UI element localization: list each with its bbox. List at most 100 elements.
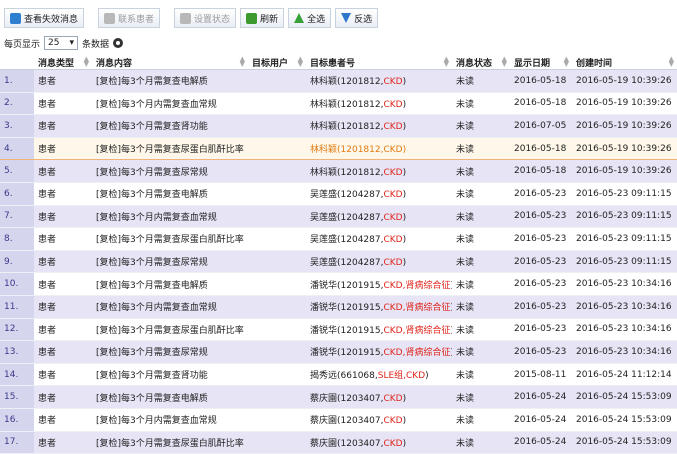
message-type-cell: 患者 xyxy=(34,136,92,161)
table-row[interactable]: 1. 患者 [复检]每3个月需复查电解质 林科颖(1201812,CKD) 未读 2016… xyxy=(0,69,677,93)
message-content-cell: [复检]每3个月需复查电解质 xyxy=(92,272,248,296)
col-created-time[interactable]: 创建时间 ▲ ▼ xyxy=(572,55,677,70)
table-row[interactable]: 6. 患者 [复检]每3个月需复查电解质 吴莲盛(1204287,CKD) 未读 2016… xyxy=(0,182,677,206)
page-size-bar: 每页显示 25 ▾ 条数据 xyxy=(4,35,124,51)
target-patient-cell: 吴莲盛(1204287,CKD) xyxy=(306,250,452,274)
table-row[interactable]: 5. 患者 [复检]每3个月需复查尿常规 林科颖(1201812,CKD) 未读 2016… xyxy=(0,159,677,183)
show-date-cell: 2016-05-18 xyxy=(510,92,572,116)
target-patient-cell: 蔡庆園(1203407,CKD) xyxy=(306,408,452,432)
message-content-cell: [复检]每3个月需复查尿常规 xyxy=(92,250,248,274)
message-content-cell: [复检]每3个月内需复查血常规 xyxy=(92,92,248,116)
created-time-cell: 2016-05-19 10:39:26 xyxy=(572,92,677,116)
refresh-icon xyxy=(246,12,258,24)
target-patient-cell: 林科颖(1201812,CKD) xyxy=(306,92,452,116)
message-type-cell: 患者 xyxy=(34,318,92,342)
col-show-date[interactable]: 显示日期 ▲ ▼ xyxy=(510,55,572,70)
show-date-cell: 2016-05-23 xyxy=(510,318,572,342)
message-content-cell: [复检]每3个月需复查电解质 xyxy=(92,69,248,93)
message-type-cell: 患者 xyxy=(34,182,92,206)
table-row[interactable]: 16. 患者 [复检]每3个月内需复查血常规 蔡庆園(1203407,CKD) 未读 20… xyxy=(0,408,677,432)
toolbar: 查看失效消息 联系患者 设置状态 刷新 全选 反选 xyxy=(4,8,379,30)
contact-patient-button[interactable]: 联系患者 xyxy=(98,8,161,28)
table-row[interactable]: 17. 患者 [复检]每3个月需复查尿蛋白肌酐比率 蔡庆園(1203407,CKD) 未… xyxy=(0,431,677,454)
table-row[interactable]: 15. 患者 [复检]每3个月需复查电解质 蔡庆園(1203407,CKD) 未读 201… xyxy=(0,385,677,409)
table-row[interactable]: 7. 患者 [复检]每3个月内需复查血常规 吴莲盛(1204287,CKD) 未读 201… xyxy=(0,205,677,229)
set-status-button[interactable]: 设置状态 xyxy=(174,8,237,28)
message-content-cell: [复检]每3个月需复查肾功能 xyxy=(92,114,248,138)
message-status-cell: 未读 xyxy=(452,114,510,138)
target-user-cell xyxy=(248,340,306,364)
target-user-cell xyxy=(248,295,306,319)
table-row[interactable]: 3. 患者 [复检]每3个月需复查肾功能 林科颖(1201812,CKD) 未读 2016… xyxy=(0,114,677,138)
row-index: 5. xyxy=(0,159,34,183)
show-date-cell: 2016-05-23 xyxy=(510,205,572,229)
col-message-content[interactable]: 消息内容 ▲ ▼ xyxy=(92,55,248,70)
target-user-cell xyxy=(248,318,306,342)
message-status-cell: 未读 xyxy=(452,92,510,116)
row-index: 16. xyxy=(0,408,34,432)
show-date-cell: 2016-05-24 xyxy=(510,408,572,432)
select-all-button[interactable]: 全选 xyxy=(288,8,332,28)
message-content-cell: [复检]每3个月需复查尿蛋白肌酐比率 xyxy=(92,136,248,161)
message-content-cell: [复检]每3个月需复查尿常规 xyxy=(92,159,248,183)
sort-icon: ▲ ▼ xyxy=(443,55,449,68)
col-message-type[interactable]: 消息类型 ▲ ▼ xyxy=(34,55,92,70)
message-status-cell: 未读 xyxy=(452,295,510,319)
table-row[interactable]: 12. 患者 [复检]每3个月需复查尿蛋白肌酐比率 潘锐华(1201915,CKD,肾… xyxy=(0,318,677,342)
message-type-cell: 患者 xyxy=(34,69,92,93)
table-row[interactable]: 2. 患者 [复检]每3个月内需复查血常规 林科颖(1201812,CKD) 未读 201… xyxy=(0,92,677,116)
status-icon xyxy=(180,12,192,24)
target-user-cell xyxy=(248,69,306,93)
message-type-cell: 患者 xyxy=(34,272,92,296)
message-status-cell: 未读 xyxy=(452,182,510,206)
target-user-cell xyxy=(248,272,306,296)
show-date-cell: 2016-05-24 xyxy=(510,385,572,409)
col-target-patient[interactable]: 目标患者号 ▲ ▼ xyxy=(306,55,452,70)
message-status-cell: 未读 xyxy=(452,340,510,364)
target-patient-cell: 吴莲盛(1204287,CKD) xyxy=(306,227,452,251)
table-row[interactable]: 4. 患者 [复检]每3个月需复查尿蛋白肌酐比率 林科颖(1201812,CKD) 未读… xyxy=(0,136,677,161)
sort-icon: ▲ ▼ xyxy=(668,55,674,68)
target-patient-cell: 吴莲盛(1204287,CKD) xyxy=(306,205,452,229)
message-content-cell: [复检]每3个月内需复查血常规 xyxy=(92,408,248,432)
table-row[interactable]: 8. 患者 [复检]每3个月需复查尿蛋白肌酐比率 吴莲盛(1204287,CKD) 未读… xyxy=(0,227,677,251)
page-size-select[interactable]: 25 ▾ xyxy=(44,36,79,50)
arrow-up-icon xyxy=(294,13,305,23)
message-type-cell: 患者 xyxy=(34,92,92,116)
show-date-cell: 2016-05-24 xyxy=(510,431,572,454)
message-content-cell: [复检]每3个月需复查尿常规 xyxy=(92,340,248,364)
target-user-cell xyxy=(248,431,306,454)
col-target-user[interactable]: 目标用户 ▲ ▼ xyxy=(248,55,306,70)
show-date-cell: 2016-05-23 xyxy=(510,272,572,296)
refresh-button[interactable]: 刷新 xyxy=(240,8,285,28)
table-row[interactable]: 10. 患者 [复检]每3个月需复查电解质 潘锐华(1201915,CKD,肾病综合征… xyxy=(0,272,677,296)
table-row[interactable]: 13. 患者 [复检]每3个月需复查尿常规 潘锐华(1201915,CKD,肾病综合征… xyxy=(0,340,677,364)
target-user-cell xyxy=(248,205,306,229)
created-time-cell: 2016-05-23 10:34:16 xyxy=(572,295,677,319)
invert-selection-button[interactable]: 反选 xyxy=(335,8,379,28)
row-index: 12. xyxy=(0,318,34,342)
created-time-cell: 2016-05-23 09:11:15 xyxy=(572,227,677,251)
message-status-cell: 未读 xyxy=(452,363,510,387)
table-row[interactable]: 14. 患者 [复检]每3个月需复查肾功能 揭秀远(661068,SLE组,CKD) 未… xyxy=(0,363,677,387)
message-status-cell: 未读 xyxy=(452,205,510,229)
row-index: 11. xyxy=(0,295,34,319)
sort-icon: ▲ ▼ xyxy=(563,55,569,68)
sort-icon: ▲ ▼ xyxy=(239,55,245,68)
row-index: 4. xyxy=(0,136,34,161)
gear-icon[interactable] xyxy=(113,38,124,48)
table-row[interactable]: 11. 患者 [复检]每3个月内需复查血常规 潘锐华(1201915,CKD,肾病综合… xyxy=(0,295,677,319)
page-size-suffix: 条数据 xyxy=(82,39,110,50)
view-invalid-messages-button[interactable]: 查看失效消息 xyxy=(4,8,85,28)
target-patient-cell: 林科颖(1201812,CKD) xyxy=(306,159,452,183)
created-time-cell: 2016-05-19 10:39:26 xyxy=(572,114,677,138)
message-type-cell: 患者 xyxy=(34,159,92,183)
show-date-cell: 2015-08-11 xyxy=(510,363,572,387)
table-row[interactable]: 9. 患者 [复检]每3个月需复查尿常规 吴莲盛(1204287,CKD) 未读 2016… xyxy=(0,250,677,274)
message-status-cell: 未读 xyxy=(452,69,510,93)
target-user-cell xyxy=(248,136,306,161)
row-index: 2. xyxy=(0,92,34,116)
target-patient-cell: 吴莲盛(1204287,CKD) xyxy=(306,182,452,206)
col-message-status[interactable]: 消息状态 ▲ ▼ xyxy=(452,55,510,70)
show-date-cell: 2016-05-23 xyxy=(510,340,572,364)
